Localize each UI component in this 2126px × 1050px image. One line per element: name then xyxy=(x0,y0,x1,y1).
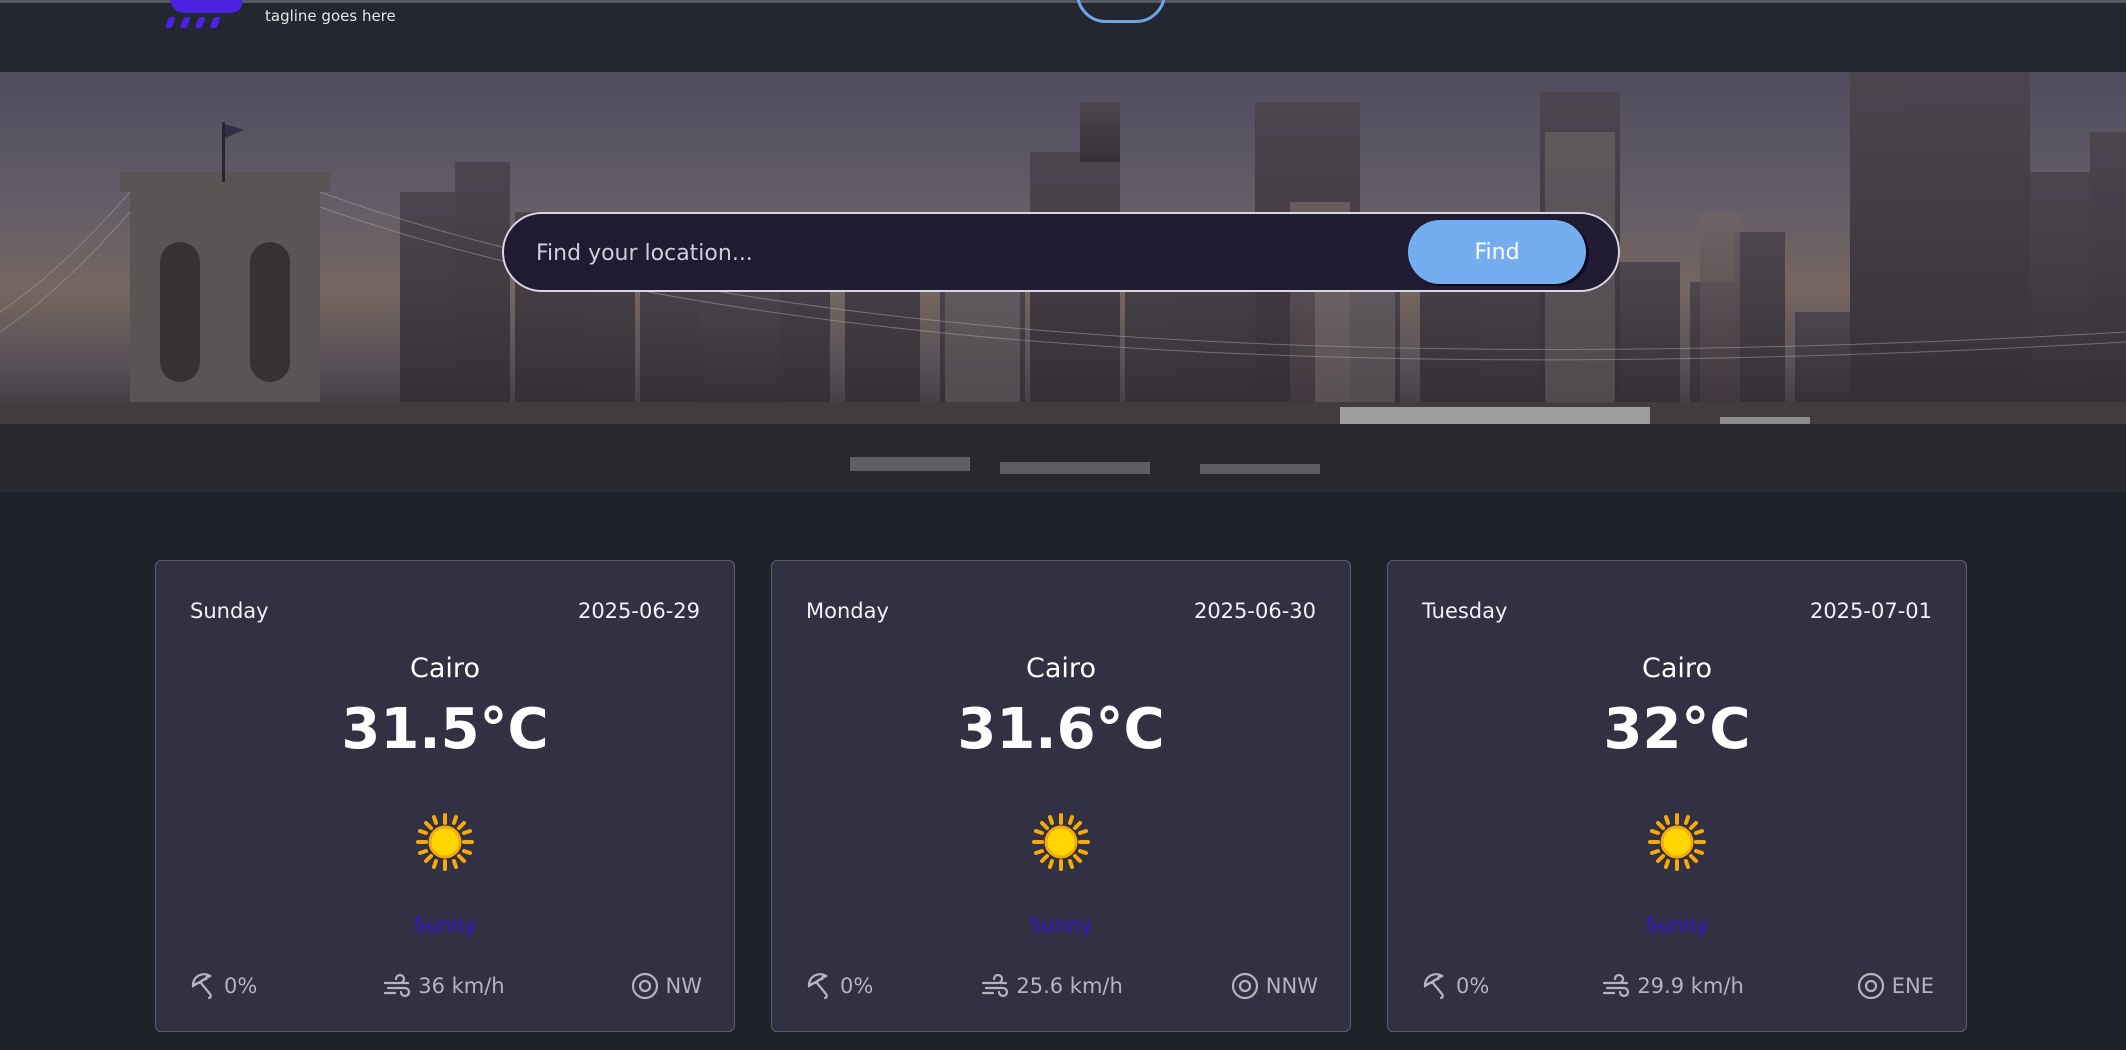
wind-direction-stat: NNW xyxy=(1230,971,1318,1001)
sun-icon xyxy=(416,813,474,871)
wind-speed-value: 36 km/h xyxy=(418,974,505,998)
card-condition: Sunny xyxy=(1029,913,1093,937)
card-date: 2025-07-01 xyxy=(1809,599,1932,623)
compass-icon xyxy=(1231,972,1258,1000)
rain-value: 0% xyxy=(1456,974,1490,998)
tagline: tagline goes here xyxy=(265,7,396,25)
search-input[interactable] xyxy=(534,230,1358,276)
card-stats: 0% 25.6 km/h NNW xyxy=(804,969,1318,1003)
wind-direction-value: ENE xyxy=(1891,974,1934,998)
find-button[interactable]: Find xyxy=(1408,220,1586,284)
wind-speed-stat: 36 km/h xyxy=(382,971,505,1001)
card-condition: Sunny xyxy=(1645,913,1709,937)
card-city: Cairo xyxy=(1642,653,1712,684)
top-header: tagline goes here xyxy=(0,0,2126,72)
sun-icon xyxy=(1032,813,1090,871)
rain-value: 0% xyxy=(840,974,874,998)
forecast-card-tuesday: Tuesday 2025-07-01 Cairo 32°C Sunny 0% 2… xyxy=(1387,560,1967,1032)
rain-stat: 0% xyxy=(804,971,873,1001)
card-city: Cairo xyxy=(410,653,480,684)
card-day: Tuesday xyxy=(1422,599,1508,623)
forecast-card-monday: Monday 2025-06-30 Cairo 31.6°C Sunny 0% … xyxy=(771,560,1351,1032)
forecast-card-sunday: Sunday 2025-06-29 Cairo 31.5°C Sunny 0% … xyxy=(155,560,735,1032)
card-condition: Sunny xyxy=(413,913,477,937)
card-temperature: 31.6°C xyxy=(957,697,1165,762)
card-stats: 0% 36 km/h NW xyxy=(188,969,702,1003)
rain-value: 0% xyxy=(224,974,258,998)
hero-banner: Find xyxy=(0,72,2126,492)
card-date: 2025-06-30 xyxy=(1193,599,1316,623)
wind-speed-stat: 29.9 km/h xyxy=(1601,971,1744,1001)
card-city: Cairo xyxy=(1026,653,1096,684)
search-bar: Find xyxy=(502,212,1620,292)
card-temperature: 32°C xyxy=(1603,697,1751,762)
rain-stat: 0% xyxy=(1420,971,1489,1001)
wind-direction-value: NNW xyxy=(1265,974,1318,998)
wind-direction-stat: NW xyxy=(630,971,702,1001)
menu-toggle-button[interactable] xyxy=(1076,0,1166,23)
umbrella-icon xyxy=(1423,973,1445,1000)
wind-speed-stat: 25.6 km/h xyxy=(980,971,1123,1001)
wind-direction-value: NW xyxy=(665,974,702,998)
rain-stat: 0% xyxy=(188,971,257,1001)
card-date: 2025-06-29 xyxy=(577,599,700,623)
sun-icon xyxy=(1648,813,1706,871)
umbrella-icon xyxy=(191,973,213,1000)
card-temperature: 31.5°C xyxy=(341,697,549,762)
card-day: Monday xyxy=(806,599,889,623)
card-stats: 0% 29.9 km/h ENE xyxy=(1420,969,1934,1003)
compass-icon xyxy=(631,972,658,1000)
wind-speed-value: 25.6 km/h xyxy=(1016,974,1123,998)
wind-icon xyxy=(982,973,1009,998)
wind-speed-value: 29.9 km/h xyxy=(1637,974,1744,998)
wind-icon xyxy=(384,973,411,998)
umbrella-icon xyxy=(807,973,829,1000)
cloud-rain-icon[interactable] xyxy=(166,0,244,31)
card-day: Sunday xyxy=(190,599,269,623)
wind-direction-stat: ENE xyxy=(1856,971,1934,1001)
compass-icon xyxy=(1857,972,1884,1000)
wind-icon xyxy=(1603,973,1630,998)
